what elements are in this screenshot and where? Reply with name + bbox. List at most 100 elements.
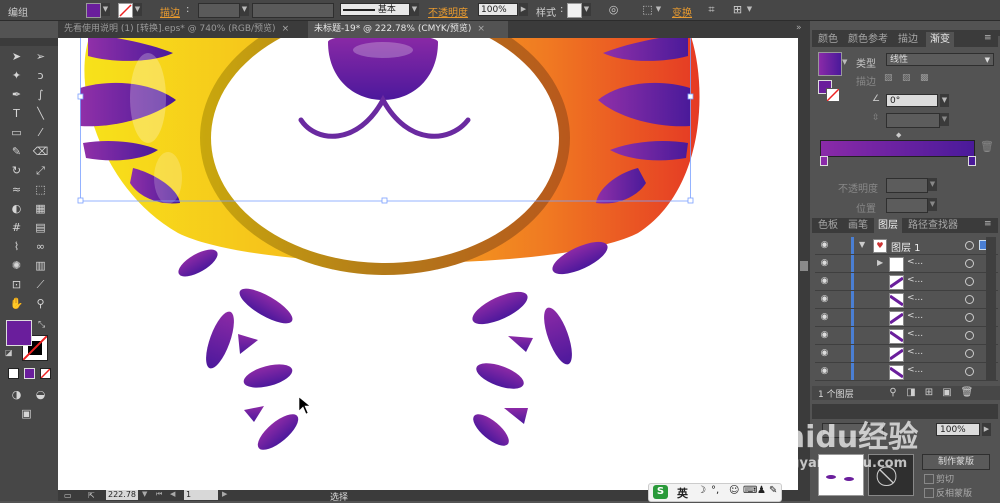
opacity-label[interactable]: 不透明度 xyxy=(428,4,468,19)
panel-menu-icon[interactable]: ≡ xyxy=(984,33,992,43)
tab-document-2[interactable]: 未标题-19* @ 222.78% (CMYK/预览) × xyxy=(308,21,508,38)
punctuation-icon[interactable]: °, xyxy=(711,485,719,496)
shape-builder-tool-icon[interactable]: ◐ xyxy=(8,200,25,217)
artboard-canvas[interactable] xyxy=(58,38,798,490)
default-colors-icon[interactable]: ◪ xyxy=(5,348,13,357)
export-icon[interactable]: ⇱ xyxy=(88,491,95,500)
sublayer-row[interactable]: ◉ <... xyxy=(815,273,998,291)
target-circle-icon[interactable] xyxy=(965,313,974,322)
column-graph-tool-icon[interactable]: ▥ xyxy=(32,257,49,274)
target-circle-icon[interactable] xyxy=(965,349,974,358)
aspect-dropdown-icon[interactable]: ▼ xyxy=(940,113,949,126)
rotate-tool-icon[interactable]: ↻ xyxy=(8,162,25,179)
opacity-field[interactable]: 100% xyxy=(478,3,518,16)
gradient-thumbnail[interactable] xyxy=(818,52,842,76)
stroke-gradient-icon-3[interactable]: ▩ xyxy=(920,73,932,85)
gradient-stroke-swatch[interactable] xyxy=(826,88,840,102)
first-page-icon[interactable]: ⏮ xyxy=(156,490,162,499)
pencil-tool-icon[interactable]: ✎ xyxy=(8,143,25,160)
sublayer-row[interactable]: ◉ <... xyxy=(815,309,998,327)
free-transform-tool-icon[interactable]: ⬚ xyxy=(32,181,49,198)
layers-menu-icon[interactable]: ≡ xyxy=(984,219,992,229)
delete-layer-icon[interactable]: 🗑 xyxy=(960,386,974,400)
mesh-tool-icon[interactable]: # xyxy=(8,219,25,236)
gradient-tool-icon[interactable]: ▤ xyxy=(32,219,49,236)
sublayer-label[interactable]: <... xyxy=(907,365,923,375)
gradient-type-select[interactable]: 线性 ▼ xyxy=(886,53,994,66)
sublayer-label[interactable]: <... xyxy=(907,293,923,303)
stroke-label[interactable]: 描边 xyxy=(160,4,180,19)
midpoint-diamond-icon[interactable]: ◆ xyxy=(896,131,901,139)
stroke-none-swatch[interactable] xyxy=(118,3,133,18)
color-mode-icon[interactable] xyxy=(8,368,19,379)
screen-mode-icon[interactable]: ▣ xyxy=(18,405,35,422)
keyboard-icon[interactable]: ⌨ xyxy=(743,485,757,496)
style-dropdown-icon[interactable]: ▼ xyxy=(582,3,591,16)
arrange-icon[interactable]: ⊞ xyxy=(730,2,745,17)
zoom-tool-icon[interactable]: ⚲ xyxy=(32,295,49,312)
gradient-mode-icon[interactable] xyxy=(24,368,35,379)
stroke-weight-dropdown-icon[interactable]: ▼ xyxy=(240,3,249,16)
visibility-eye-icon[interactable]: ◉ xyxy=(819,276,830,287)
new-sublayer-icon[interactable]: ⊞ xyxy=(922,386,936,400)
fill-dropdown-icon[interactable]: ▼ xyxy=(101,3,110,16)
transparency-opacity-field[interactable]: 100% xyxy=(936,423,980,436)
new-layer-icon[interactable]: ▣ xyxy=(940,386,954,400)
visibility-eye-icon[interactable]: ◉ xyxy=(819,366,830,377)
sublayer-row[interactable]: ◉ <... xyxy=(815,345,998,363)
ime-logo[interactable]: S xyxy=(653,485,668,499)
aspect-ratio-field[interactable] xyxy=(886,113,940,128)
angle-field[interactable]: 0° xyxy=(886,94,938,107)
fill-indicator[interactable] xyxy=(6,320,32,346)
clip-checkbox[interactable] xyxy=(924,474,934,484)
draw-mode-icon[interactable]: ◑ xyxy=(8,386,25,403)
sublayer-label[interactable]: <... xyxy=(907,347,923,357)
gradient-stop-end[interactable] xyxy=(968,156,976,166)
align-dropdown-icon[interactable]: ▼ xyxy=(654,3,663,16)
gradient-slider[interactable] xyxy=(820,140,975,157)
variable-width-field[interactable] xyxy=(252,3,334,18)
transparency-opacity-arrow-icon[interactable]: ▶ xyxy=(982,423,991,436)
tab-color[interactable]: 颜色 xyxy=(814,32,842,47)
close-icon[interactable]: × xyxy=(477,24,485,34)
stroke-style-dropdown-icon[interactable]: ▼ xyxy=(410,3,419,16)
recolor-icon[interactable]: ◎ xyxy=(606,2,621,17)
tab-document-1[interactable]: 先看使用说明 (1) [转换].eps* @ 740% (RGB/预览) × xyxy=(58,21,308,38)
blend-tool-icon[interactable]: ∞ xyxy=(32,238,49,255)
visibility-eye-icon[interactable]: ◉ xyxy=(819,312,830,323)
prev-page-icon[interactable]: ◀ xyxy=(170,490,175,498)
layers-scrollbar[interactable] xyxy=(986,237,996,381)
draw-mode-2-icon[interactable]: ◒ xyxy=(32,386,49,403)
eyedropper-tool-icon[interactable]: ⌇ xyxy=(8,238,25,255)
transform-label[interactable]: 变换 xyxy=(672,4,692,19)
line-tool-icon[interactable]: ╲ xyxy=(32,105,49,122)
zoom-dropdown-icon[interactable]: ▼ xyxy=(142,490,147,498)
eraser-tool-icon[interactable]: ⌫ xyxy=(32,143,49,160)
type-tool-icon[interactable]: T xyxy=(8,105,25,122)
expand-chevron-right-icon[interactable]: ▶ xyxy=(877,258,883,267)
target-circle-icon[interactable] xyxy=(965,367,974,376)
screen-icon[interactable]: ▭ xyxy=(64,491,72,500)
make-mask-button[interactable]: 制作蒙版 xyxy=(922,454,990,470)
invert-mask-checkbox[interactable] xyxy=(924,488,934,498)
layer-row-main[interactable]: ◉ ▼ ♥ 图层 1 xyxy=(815,237,998,255)
tab-layers[interactable]: 图层 xyxy=(874,218,902,233)
visibility-eye-icon[interactable]: ◉ xyxy=(819,348,830,359)
locate-object-icon[interactable]: ⚲ xyxy=(886,386,900,400)
tab-brushes[interactable]: 画笔 xyxy=(844,218,872,233)
scroll-thumb[interactable] xyxy=(800,261,808,271)
visibility-eye-icon[interactable]: ◉ xyxy=(819,240,830,251)
make-clipping-mask-icon[interactable]: ◨ xyxy=(904,386,918,400)
sublayer-row[interactable]: ◉ <... xyxy=(815,363,998,381)
visibility-eye-icon[interactable]: ◉ xyxy=(819,258,830,269)
symbol-sprayer-tool-icon[interactable]: ✺ xyxy=(8,257,25,274)
selection-tool-icon[interactable]: ➤ xyxy=(8,48,25,65)
arrange-dropdown-icon[interactable]: ▼ xyxy=(745,3,754,16)
target-circle-icon[interactable] xyxy=(965,241,974,250)
sublayer-row[interactable]: ◉ ▶ <... xyxy=(815,255,998,273)
gradient-thumb-dropdown-icon[interactable]: ▼ xyxy=(842,58,847,66)
style-swatch[interactable] xyxy=(567,3,582,18)
page-field[interactable]: 1 xyxy=(184,490,218,500)
sublayer-label[interactable]: <... xyxy=(907,275,923,285)
ime-language[interactable]: 英 xyxy=(677,485,688,501)
